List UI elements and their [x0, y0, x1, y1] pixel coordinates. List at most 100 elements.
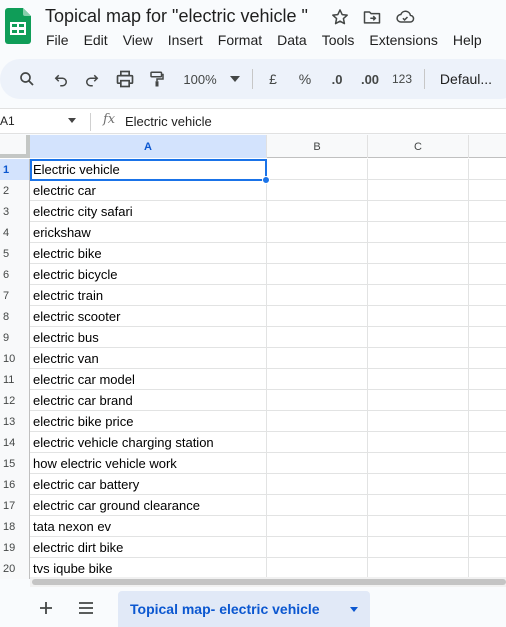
cell-c[interactable]: [368, 558, 469, 579]
all-sheets-button[interactable]: [76, 598, 96, 618]
move-folder-icon[interactable]: [362, 7, 382, 27]
column-header-a[interactable]: A: [30, 135, 267, 158]
cell-b[interactable]: [267, 537, 368, 558]
cell-b[interactable]: [267, 159, 368, 180]
cell-c[interactable]: [368, 537, 469, 558]
cell-a[interactable]: how electric vehicle work: [30, 453, 267, 474]
cell-c[interactable]: [368, 159, 469, 180]
cell-b[interactable]: [267, 432, 368, 453]
cell-c[interactable]: [368, 285, 469, 306]
cell-d[interactable]: [469, 264, 506, 285]
cell-b[interactable]: [267, 369, 368, 390]
cell-a[interactable]: electric bike price: [30, 411, 267, 432]
cell-d[interactable]: [469, 411, 506, 432]
cell-d[interactable]: [469, 453, 506, 474]
cell-a[interactable]: electric bus: [30, 327, 267, 348]
column-header-d[interactable]: [469, 135, 506, 158]
row-header[interactable]: 14: [0, 432, 30, 453]
cell-c[interactable]: [368, 516, 469, 537]
cell-c[interactable]: [368, 495, 469, 516]
undo-icon[interactable]: [50, 59, 72, 99]
row-header[interactable]: 6: [0, 264, 30, 285]
cell-d[interactable]: [469, 222, 506, 243]
print-icon[interactable]: [113, 59, 137, 99]
cell-d[interactable]: [469, 390, 506, 411]
menu-extensions[interactable]: Extensions: [369, 32, 445, 48]
cell-a[interactable]: erickshaw: [30, 222, 267, 243]
cell-d[interactable]: [469, 537, 506, 558]
cell-d[interactable]: [469, 348, 506, 369]
cell-d[interactable]: [469, 369, 506, 390]
cell-a[interactable]: electric train: [30, 285, 267, 306]
cell-b[interactable]: [267, 327, 368, 348]
cell-c[interactable]: [368, 411, 469, 432]
paint-format-icon[interactable]: [146, 59, 168, 99]
add-sheet-button[interactable]: [36, 598, 56, 618]
menu-view[interactable]: View: [123, 32, 161, 48]
cell-b[interactable]: [267, 411, 368, 432]
menu-edit[interactable]: Edit: [84, 32, 116, 48]
cell-c[interactable]: [368, 348, 469, 369]
cell-a[interactable]: electric car ground clearance: [30, 495, 267, 516]
cell-b[interactable]: [267, 495, 368, 516]
cell-d[interactable]: [469, 432, 506, 453]
cell-a[interactable]: tvs iqube bike: [30, 558, 267, 579]
scrollbar-thumb[interactable]: [32, 579, 506, 585]
row-header[interactable]: 2: [0, 180, 30, 201]
cell-a[interactable]: electric van: [30, 348, 267, 369]
cell-c[interactable]: [368, 390, 469, 411]
cell-a[interactable]: electric dirt bike: [30, 537, 267, 558]
cell-d[interactable]: [469, 180, 506, 201]
cell-a[interactable]: electric car: [30, 180, 267, 201]
cell-a[interactable]: tata nexon ev: [30, 516, 267, 537]
row-header[interactable]: 8: [0, 306, 30, 327]
cell-b[interactable]: [267, 558, 368, 579]
sheets-logo-icon[interactable]: [5, 8, 31, 44]
sheet-tab-dropdown-icon[interactable]: [350, 607, 358, 612]
row-header[interactable]: 4: [0, 222, 30, 243]
row-header[interactable]: 10: [0, 348, 30, 369]
cell-c[interactable]: [368, 327, 469, 348]
zoom-select[interactable]: 100%: [180, 59, 220, 99]
select-all-corner[interactable]: [0, 135, 30, 158]
cell-a[interactable]: electric car battery: [30, 474, 267, 495]
cell-b[interactable]: [267, 222, 368, 243]
cloud-saved-icon[interactable]: [394, 7, 415, 27]
zoom-dropdown-icon[interactable]: [228, 59, 242, 99]
menu-insert[interactable]: Insert: [168, 32, 211, 48]
row-header[interactable]: 13: [0, 411, 30, 432]
cell-d[interactable]: [469, 159, 506, 180]
cell-c[interactable]: [368, 180, 469, 201]
cell-b[interactable]: [267, 264, 368, 285]
row-header[interactable]: 18: [0, 516, 30, 537]
cell-b[interactable]: [267, 285, 368, 306]
row-header[interactable]: 5: [0, 243, 30, 264]
cell-d[interactable]: [469, 327, 506, 348]
cell-d[interactable]: [469, 516, 506, 537]
menu-data[interactable]: Data: [277, 32, 315, 48]
cell-a[interactable]: electric bicycle: [30, 264, 267, 285]
horizontal-scrollbar[interactable]: [30, 577, 506, 587]
cell-c[interactable]: [368, 243, 469, 264]
more-formats-button[interactable]: 123: [390, 59, 414, 99]
menu-tools[interactable]: Tools: [322, 32, 363, 48]
row-header[interactable]: 16: [0, 474, 30, 495]
cell-c[interactable]: [368, 264, 469, 285]
cell-d[interactable]: [469, 243, 506, 264]
cell-c[interactable]: [368, 306, 469, 327]
formula-input[interactable]: Electric vehicle: [125, 114, 212, 129]
cell-b[interactable]: [267, 348, 368, 369]
row-header[interactable]: 17: [0, 495, 30, 516]
star-icon[interactable]: [330, 7, 350, 27]
document-title[interactable]: Topical map for "electric vehicle ": [45, 6, 308, 27]
cell-b[interactable]: [267, 306, 368, 327]
currency-format-button[interactable]: £: [264, 59, 282, 99]
cell-c[interactable]: [368, 222, 469, 243]
cell-a[interactable]: electric bike: [30, 243, 267, 264]
column-header-b[interactable]: B: [267, 135, 368, 158]
cell-b[interactable]: [267, 201, 368, 222]
cell-b[interactable]: [267, 516, 368, 537]
cell-a[interactable]: electric vehicle charging station: [30, 432, 267, 453]
fill-handle[interactable]: [262, 176, 270, 184]
menu-help[interactable]: Help: [453, 32, 490, 48]
